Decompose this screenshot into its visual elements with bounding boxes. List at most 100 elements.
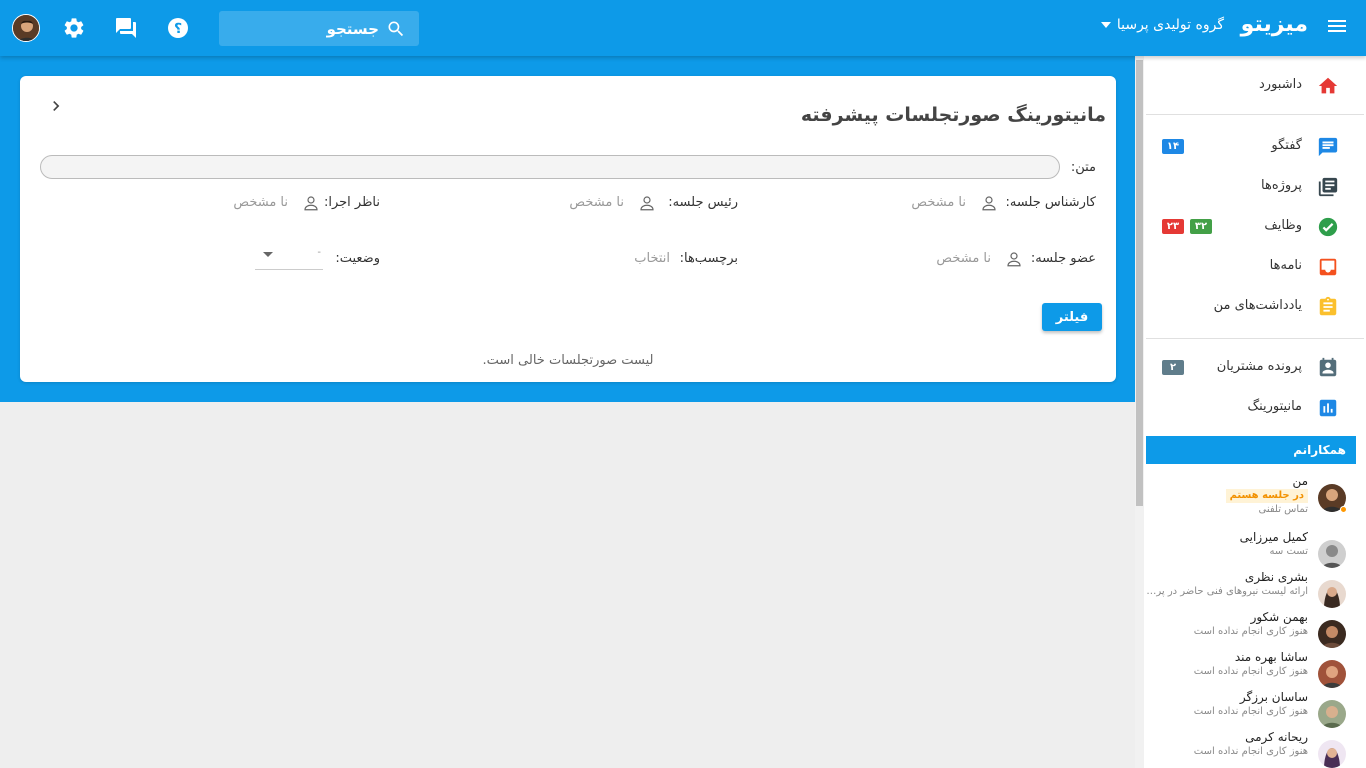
colleague-status: ارائه لیست نیروهای فنی حاضر در پروژه: [1144, 586, 1308, 597]
user-icon[interactable]: [980, 194, 998, 212]
chair-value[interactable]: نا مشخص: [569, 195, 624, 210]
customers-count-badge: ۲: [1162, 360, 1184, 375]
sidebar-item-label: یادداشت‌های من: [1213, 298, 1302, 313]
filter-button[interactable]: فیلتر: [1042, 303, 1102, 331]
colleague-name: ساشا بهره مند: [1234, 650, 1308, 664]
colleague-status: تماس تلفنی: [1258, 504, 1308, 515]
organization-selector[interactable]: گروه تولیدی پرسیا: [1084, 17, 1224, 33]
filter-card: مانیتورینگ صورتجلسات پیشرفته متن: کارشنا…: [20, 76, 1116, 382]
sidebar-item-customers[interactable]: پرونده مشتریان ۲: [1144, 350, 1366, 386]
member-value[interactable]: نا مشخص: [936, 251, 991, 266]
colleague-item[interactable]: من در جلسه هستم تماس تلفنی: [1144, 474, 1366, 515]
colleague-status: تست سه: [1269, 546, 1308, 557]
divider: [1146, 114, 1364, 115]
colleague-status: هنوز کاری انجام نداده است: [1193, 746, 1308, 757]
chevron-right-icon[interactable]: [46, 96, 66, 116]
colleague-name: بشری نظری: [1244, 570, 1308, 584]
status-label: وضعیت:: [335, 251, 380, 266]
home-icon: [1318, 77, 1338, 94]
tasks-overdue-badge: ۲۳: [1162, 219, 1184, 234]
scrollbar-thumb[interactable]: [1136, 60, 1143, 506]
sidebar-item-chat[interactable]: گفتگو ۱۴: [1144, 129, 1366, 165]
colleague-status: هنوز کاری انجام نداده است: [1193, 706, 1308, 717]
sidebar-item-letters[interactable]: نامه‌ها: [1144, 249, 1366, 285]
colleague-item[interactable]: بشری نظری ارائه لیست نیروهای فنی حاضر در…: [1144, 570, 1366, 610]
notes-icon: [1319, 296, 1337, 316]
letters-icon: [1319, 258, 1337, 276]
status-badge: در جلسه هستم: [1225, 489, 1308, 503]
colleague-name: من: [1292, 474, 1308, 488]
avatar: [1318, 740, 1346, 768]
colleague-item[interactable]: ریحانه کرمی هنوز کاری انجام نداده است: [1144, 730, 1366, 768]
page-title: مانیتورینگ صورتجلسات پیشرفته: [800, 104, 1106, 126]
colleague-item[interactable]: بهمن شکور هنوز کاری انجام نداده است: [1144, 610, 1366, 650]
search-input[interactable]: [229, 18, 379, 40]
sidebar: داشبورد گفتگو ۱۴ پروژه‌ها وظایف ۳۲ ۲۳ نا…: [1144, 56, 1366, 768]
supervisor-value[interactable]: نا مشخص: [233, 195, 288, 210]
scrollbar[interactable]: [1135, 56, 1144, 768]
avatar: [1318, 540, 1346, 568]
colleague-name: ریحانه کرمی: [1245, 730, 1308, 744]
empty-list-message: لیست صورتجلسات خالی است.: [482, 353, 654, 368]
sidebar-item-label: داشبورد: [1259, 77, 1302, 92]
monitoring-icon: [1319, 399, 1337, 417]
sidebar-item-label: نامه‌ها: [1269, 258, 1302, 273]
status-select[interactable]: -: [255, 242, 323, 270]
chat-count-badge: ۱۴: [1162, 139, 1184, 154]
text-filter-input[interactable]: [40, 155, 1060, 179]
sidebar-item-tasks[interactable]: وظایف ۳۲ ۲۳: [1144, 209, 1366, 245]
sidebar-item-notes[interactable]: یادداشت‌های من: [1144, 289, 1366, 325]
colleague-status: هنوز کاری انجام نداده است: [1193, 626, 1308, 637]
sidebar-item-label: گفتگو: [1271, 138, 1302, 153]
tasks-icon: [1318, 217, 1338, 237]
avatar[interactable]: [12, 14, 40, 42]
colleague-name: کمیل میرزایی: [1239, 530, 1308, 544]
sidebar-item-label: مانیتورینگ: [1247, 399, 1302, 414]
sidebar-item-dashboard[interactable]: داشبورد: [1144, 68, 1366, 104]
colleague-name: بهمن شکور: [1250, 610, 1308, 624]
search-icon[interactable]: [386, 19, 406, 39]
avatar: [1318, 660, 1346, 688]
search-box: [219, 11, 419, 46]
top-bar: میزیتو گروه تولیدی پرسیا ؟: [0, 0, 1366, 56]
avatar: [1318, 620, 1346, 648]
customers-icon: [1319, 357, 1337, 377]
tags-select[interactable]: انتخاب: [634, 251, 670, 266]
tags-label: برچسب‌ها:: [679, 251, 738, 266]
help-icon[interactable]: ؟: [166, 16, 190, 40]
chevron-down-icon: [1100, 22, 1111, 28]
sidebar-item-monitoring[interactable]: مانیتورینگ: [1144, 390, 1366, 426]
chat-icon[interactable]: [114, 16, 138, 40]
user-icon[interactable]: [638, 194, 656, 212]
sidebar-item-label: وظایف: [1264, 218, 1302, 233]
status-value: -: [317, 247, 321, 258]
sidebar-item-label: پروژه‌ها: [1261, 178, 1302, 193]
sidebar-item-projects[interactable]: پروژه‌ها: [1144, 169, 1366, 205]
supervisor-label: ناظر اجرا:: [323, 195, 380, 210]
colleague-item[interactable]: ساسان برزگر هنوز کاری انجام نداده است: [1144, 690, 1366, 730]
chat-icon: [1318, 137, 1338, 157]
user-icon[interactable]: [1005, 250, 1023, 268]
projects-icon: [1318, 177, 1338, 197]
divider: [1146, 338, 1364, 339]
menu-icon[interactable]: [1326, 17, 1348, 39]
avatar: [1318, 700, 1346, 728]
expert-label: کارشناس جلسه:: [1005, 195, 1097, 210]
colleague-item[interactable]: ساشا بهره مند هنوز کاری انجام نداده است: [1144, 650, 1366, 690]
expert-value[interactable]: نا مشخص: [911, 195, 966, 210]
presence-indicator: [1340, 506, 1347, 513]
user-icon[interactable]: [302, 194, 320, 212]
colleagues-header: همکارانم: [1146, 436, 1356, 464]
organization-name: گروه تولیدی پرسیا: [1116, 17, 1224, 33]
caret-down-icon: [263, 252, 273, 257]
colleague-item[interactable]: کمیل میرزایی تست سه: [1144, 530, 1366, 570]
colleague-status: هنوز کاری انجام نداده است: [1193, 666, 1308, 677]
colleague-name: ساسان برزگر: [1239, 690, 1308, 704]
tasks-count-badge: ۳۲: [1190, 219, 1212, 234]
avatar: [1318, 580, 1346, 608]
gear-icon[interactable]: [62, 16, 86, 40]
svg-text:؟: ؟: [174, 21, 182, 37]
member-label: عضو جلسه:: [1030, 251, 1096, 266]
sidebar-item-label: پرونده مشتریان: [1216, 359, 1302, 374]
text-filter-label: متن:: [1070, 160, 1096, 175]
